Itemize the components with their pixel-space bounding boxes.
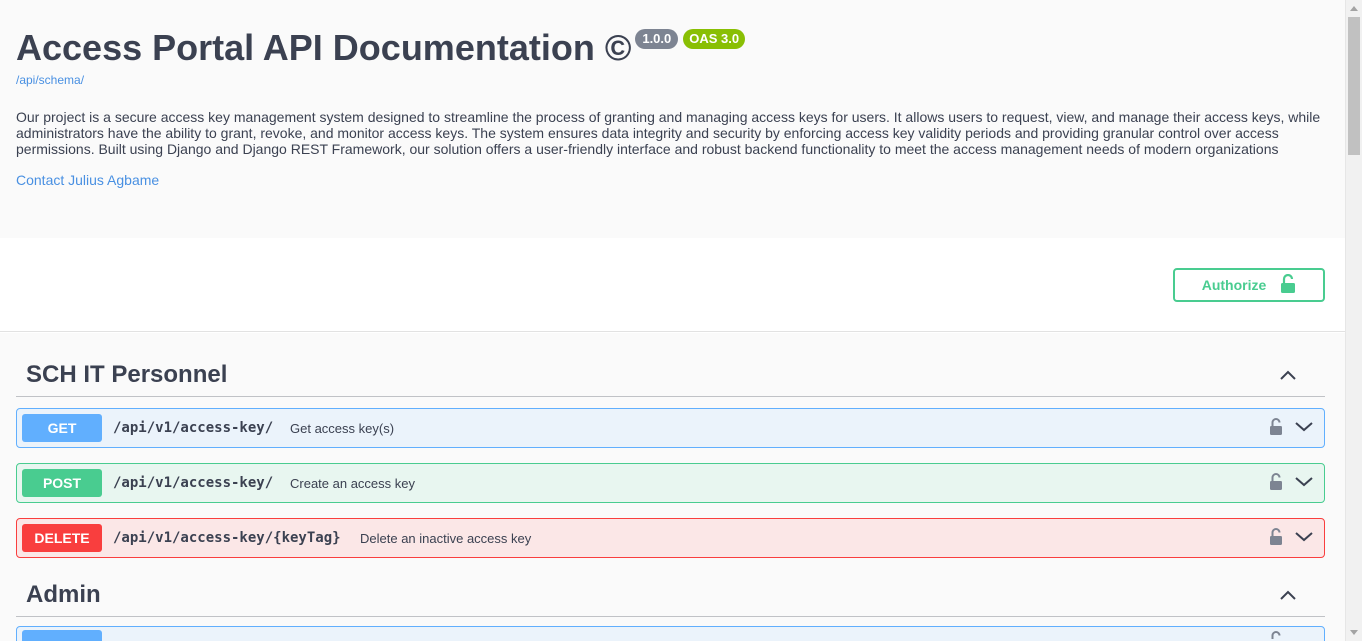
operation-summary: Get access key(s) [290, 421, 395, 436]
page-title: Access Portal API Documentation © [16, 27, 632, 68]
opblock-post-access-key[interactable]: POST /api/v1/access-key/ Create an acces… [16, 463, 1325, 503]
authorize-button[interactable]: Authorize [1173, 268, 1325, 302]
chevron-up-icon[interactable] [1278, 365, 1298, 390]
api-info-section: Access Portal API Documentation © 1.0.0 … [0, 0, 1345, 238]
title-row: Access Portal API Documentation © 1.0.0 … [16, 26, 746, 70]
padlock-icon[interactable] [1269, 417, 1283, 442]
chevron-down-icon[interactable] [1294, 419, 1314, 440]
opblock-get-access-key[interactable]: GET /api/v1/access-key/ Get access key(s… [16, 408, 1325, 448]
scroll-down-arrow-icon[interactable] [1350, 630, 1358, 635]
tag-header-sch-it-personnel[interactable]: SCH IT Personnel [16, 361, 1325, 397]
unlocked-padlock-icon [1280, 273, 1296, 297]
tag-title: Admin [26, 581, 101, 608]
chevron-up-icon[interactable] [1278, 585, 1298, 610]
operations-section: SCH IT Personnel GET /api/v1/access-key/… [0, 333, 1345, 641]
tag-title: SCH IT Personnel [26, 361, 228, 388]
api-description: Our project is a secure access key manag… [16, 109, 1321, 157]
auth-wrapper: Authorize [0, 238, 1345, 332]
operation-summary: Delete an inactive access key [360, 531, 532, 546]
oas-badge: OAS 3.0 [683, 29, 746, 49]
vertical-scrollbar[interactable] [1345, 0, 1362, 641]
authorize-label: Authorize [1201, 277, 1267, 293]
operation-path: /api/v1/access-key/ [113, 475, 274, 491]
method-badge: POST [22, 469, 102, 497]
padlock-icon[interactable] [1269, 527, 1283, 552]
padlock-icon[interactable] [1269, 630, 1283, 641]
scroll-up-arrow-icon[interactable] [1350, 6, 1358, 11]
padlock-icon[interactable] [1269, 472, 1283, 497]
swagger-page: Access Portal API Documentation © 1.0.0 … [0, 0, 1345, 641]
tag-header-admin[interactable]: Admin [16, 581, 1325, 617]
method-badge [22, 630, 102, 641]
version-badge: 1.0.0 [635, 29, 679, 49]
opblock-partial[interactable] [16, 626, 1325, 641]
operation-path: /api/v1/access-key/ [113, 420, 274, 436]
method-badge: GET [22, 414, 102, 442]
chevron-down-icon[interactable] [1294, 529, 1314, 550]
chevron-down-icon[interactable] [1294, 474, 1314, 495]
operation-path: /api/v1/access-key/{keyTag} [113, 530, 341, 546]
scrollbar-thumb[interactable] [1348, 17, 1360, 155]
operation-summary: Create an access key [290, 476, 416, 491]
opblock-delete-access-key[interactable]: DELETE /api/v1/access-key/{keyTag} Delet… [16, 518, 1325, 558]
schema-link[interactable]: /api/schema/ [16, 73, 84, 87]
method-badge: DELETE [22, 524, 102, 552]
contact-link[interactable]: Contact Julius Agbame [16, 172, 159, 188]
